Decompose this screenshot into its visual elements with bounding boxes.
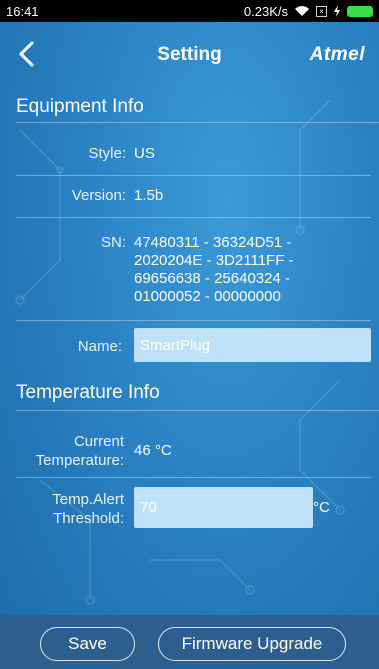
save-button[interactable]: Save [40, 627, 135, 661]
status-indicators: 0.23K/s × [244, 4, 373, 19]
current-temperature-divider [16, 477, 371, 478]
temperature-divider [16, 410, 379, 411]
name-label: Name: [77, 338, 122, 355]
settings-screen: 16:41 0.23K/s × Setting Atmel Equipment … [0, 0, 379, 669]
equipment-divider [16, 122, 379, 123]
version-label: Version: [71, 187, 126, 204]
bottom-action-bar: Save Firmware Upgrade [0, 615, 379, 669]
current-temperature-value: 46 °C [134, 442, 172, 459]
temp-alert-unit: °C [313, 499, 330, 516]
sn-divider [16, 320, 371, 321]
sn-line: 69656638 - 25640324 - [134, 270, 290, 287]
version-value: 1.5b [134, 187, 164, 204]
equipment-info-heading: Equipment Info [16, 96, 144, 117]
name-input[interactable]: SmartPlug [134, 328, 371, 362]
style-label: Style: [88, 145, 126, 162]
sn-line: 47480311 - 36324D51 - [134, 234, 292, 251]
status-time: 16:41 [6, 3, 39, 19]
current-temperature-label-line: Current [73, 433, 124, 450]
version-divider [16, 217, 371, 218]
temp-alert-label: Temp.Alert Threshold: [0, 490, 124, 528]
sn-line: 2020204E - 3D2111FF - [134, 252, 294, 269]
charging-icon [334, 5, 340, 17]
current-temperature-label: Current Temperature: [0, 432, 124, 470]
wifi-icon [295, 6, 309, 16]
notification-box-icon: × [316, 5, 327, 17]
sn-value: 47480311 - 36324D51 - 2020204E - 3D2111F… [134, 234, 294, 306]
sn-label: SN: [100, 234, 126, 251]
temperature-info-heading: Temperature Info [16, 382, 160, 403]
network-speed: 0.23K/s [243, 3, 288, 19]
temp-alert-label-line: Temp.Alert [52, 491, 124, 508]
temp-alert-label-line: Threshold: [53, 510, 124, 527]
sn-line: 01000052 - 00000000 [134, 288, 281, 305]
header-bar: Setting Atmel [0, 22, 379, 88]
battery-icon [347, 5, 373, 17]
brand-logo: Atmel [309, 44, 365, 65]
temp-alert-threshold-input[interactable]: 70 [134, 487, 313, 528]
status-bar: 16:41 0.23K/s × [0, 0, 379, 22]
firmware-upgrade-button[interactable]: Firmware Upgrade [158, 627, 346, 661]
style-value: US [134, 145, 155, 162]
style-divider [16, 175, 371, 176]
current-temperature-label-line: Temperature: [35, 452, 124, 469]
